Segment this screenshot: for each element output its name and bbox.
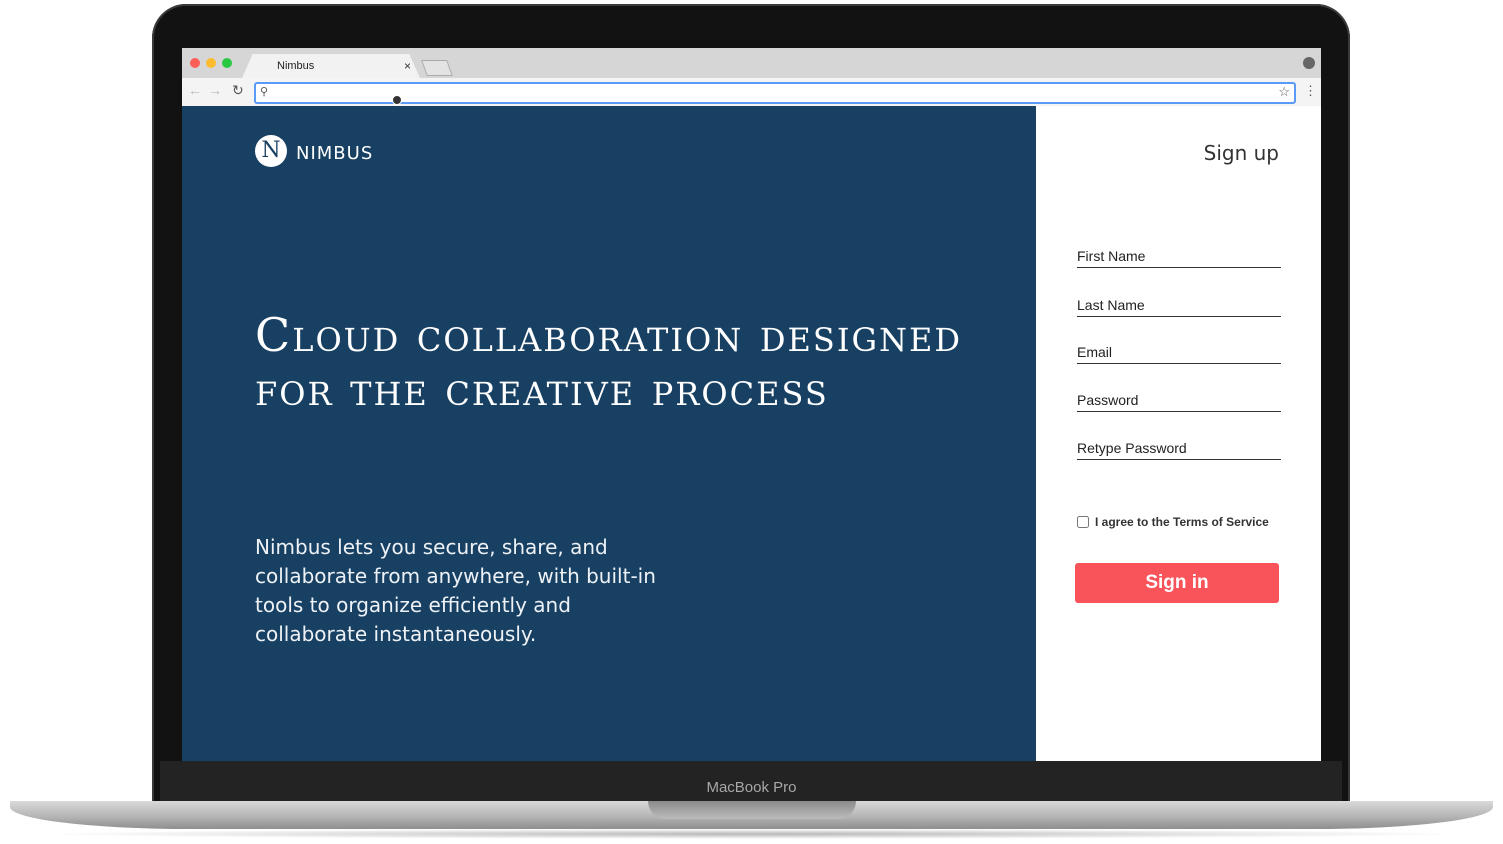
logo-icon: N: [255, 135, 287, 167]
last-name-input[interactable]: [1077, 297, 1281, 317]
terms-checkbox[interactable]: [1077, 516, 1089, 528]
tab-title: Nimbus: [277, 60, 315, 72]
tab-strip: Nimbus ×: [182, 48, 1321, 78]
hero-panel: N NIMBUS Cloud collaboration designed fo…: [182, 106, 1036, 761]
window-close-button[interactable]: [190, 58, 200, 68]
terms-row: I agree to the Terms of Service: [1077, 515, 1269, 529]
profile-icon[interactable]: [1303, 57, 1315, 69]
hero-title: Cloud collaboration designed for the cre…: [255, 308, 963, 416]
more-vertical-icon[interactable]: ⋮: [1304, 83, 1317, 99]
password-field: [1077, 392, 1281, 412]
password-input[interactable]: [1077, 392, 1281, 412]
email-field: [1077, 344, 1281, 364]
search-icon: ⚲: [260, 86, 269, 98]
terms-label: I agree to the Terms of Service: [1095, 515, 1269, 529]
reload-icon[interactable]: ↻: [232, 82, 244, 99]
email-input[interactable]: [1077, 344, 1281, 364]
first-name-field: [1077, 248, 1281, 268]
sign-in-button[interactable]: Sign in: [1075, 563, 1279, 603]
mouse-cursor-icon: [392, 95, 402, 105]
star-icon[interactable]: ☆: [1278, 84, 1290, 100]
browser-toolbar: ← → ↻ ⚲ ☆ ⋮: [182, 78, 1321, 107]
address-input[interactable]: [274, 85, 1264, 101]
retype-password-input[interactable]: [1077, 440, 1281, 460]
browser-tab[interactable]: [242, 54, 420, 78]
arrow-right-icon[interactable]: →: [208, 82, 222, 98]
window-minimize-button[interactable]: [206, 58, 216, 68]
hero-description: Nimbus lets you secure, share, and colla…: [255, 535, 656, 646]
arrow-left-icon[interactable]: ←: [188, 82, 202, 98]
device-label: MacBook Pro: [706, 779, 797, 796]
last-name-field: [1077, 297, 1281, 317]
new-tab-button[interactable]: [421, 60, 453, 76]
first-name-input[interactable]: [1077, 248, 1281, 268]
browser-window: Nimbus × ← → ↻ ⚲ ☆ ⋮ N NIMBUS Cloud coll…: [182, 48, 1321, 761]
laptop-shadow: [30, 829, 1473, 839]
laptop-notch: [648, 801, 856, 819]
window-maximize-button[interactable]: [222, 58, 232, 68]
retype-password-field: [1077, 440, 1281, 460]
brand-name: NIMBUS: [296, 143, 374, 164]
tab-close-icon[interactable]: ×: [404, 59, 411, 73]
sign-up-link[interactable]: Sign up: [1204, 141, 1279, 165]
address-bar[interactable]: ⚲ ☆: [254, 82, 1296, 104]
signup-form-panel: Sign up I agree to the Terms of Service …: [1036, 106, 1321, 761]
